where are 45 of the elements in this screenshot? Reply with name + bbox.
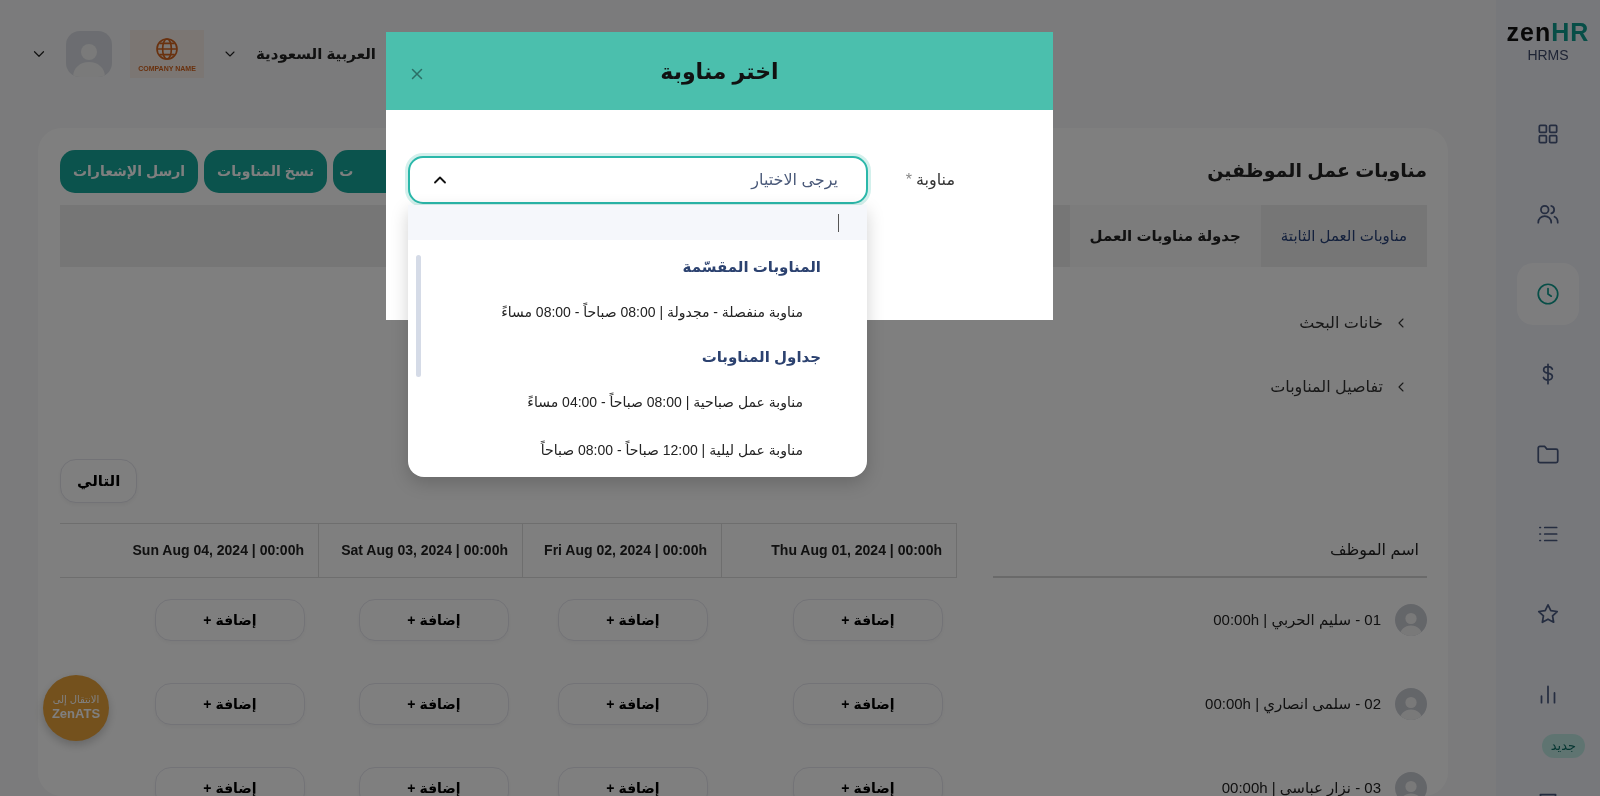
dropdown-option[interactable]: مناوبة عمل ليلية | 12:00 صباحاً - 08:00 صباحاً — [428, 426, 821, 474]
sidebar-item[interactable] — [1517, 263, 1579, 325]
section-header[interactable]: تفاصيل المناوبات — [1270, 375, 1383, 399]
shift-select[interactable]: يرجى الاختيار — [408, 156, 868, 204]
brand-logo: zenHR — [1506, 19, 1590, 45]
add-shift-button[interactable]: + إضافة — [793, 767, 943, 796]
field-label: مناوبة * — [904, 170, 955, 191]
add-shift-button[interactable]: + إضافة — [558, 683, 708, 725]
option-group-label: جداول المناوبات — [700, 346, 821, 368]
add-shift-button[interactable]: + إضافة — [155, 683, 305, 725]
new-badge: جديد — [1541, 734, 1585, 758]
country-selector[interactable]: العربية السعودية — [256, 42, 376, 66]
add-shift-button[interactable]: + إضافة — [793, 599, 943, 641]
add-shift-button[interactable]: + إضافة — [793, 683, 943, 725]
section-header[interactable]: خانات البحث — [1299, 311, 1383, 335]
dropdown-option[interactable]: مناوبة منفصلة - مجدولة | 08:00 صباحاً - 08:00 مساءً — [428, 288, 821, 336]
scrollbar[interactable] — [416, 255, 421, 377]
employee-name: 03 - نزار عباسي | 00:00h — [1221, 777, 1381, 796]
column-header: Sun Aug 04, 2024 | 00:00h — [132, 541, 304, 560]
add-shift-button[interactable]: + إضافة — [558, 599, 708, 641]
search-field[interactable] — [408, 205, 867, 240]
next-button[interactable]: التالي — [60, 459, 138, 503]
employee-name: 01 - سليم الحربي | 00:00h — [1213, 609, 1381, 632]
modal-title: اختر مناوبة — [660, 57, 779, 87]
column-header: Sat Aug 03, 2024 | 00:00h — [341, 541, 508, 560]
add-shift-button[interactable]: + إضافة — [558, 767, 708, 796]
column-header: Thu Aug 01, 2024 | 00:00h — [771, 541, 942, 560]
add-shift-button[interactable]: + إضافة — [155, 767, 305, 796]
avatar — [1395, 688, 1427, 720]
page-title: مناوبات عمل الموظفين — [1207, 159, 1427, 184]
column-header: اسم الموظف — [1329, 539, 1419, 562]
clock-icon — [1535, 281, 1561, 307]
column-header: Fri Aug 02, 2024 | 00:00h — [544, 541, 707, 560]
tab[interactable]: مناوبات العمل الثابتة — [1260, 205, 1427, 267]
grid-icon — [1535, 121, 1561, 147]
add-shift-button[interactable]: + إضافة — [359, 599, 509, 641]
product-name: HRMS — [1527, 46, 1569, 65]
employee-name: 02 - سلمى انصاري | 00:00h — [1205, 693, 1381, 716]
dropdown-option[interactable]: مناوبة عمل صباحية | 08:00 صباحاً - 04:00 مساءً — [428, 378, 821, 426]
add-shift-button[interactable]: + إضافة — [155, 599, 305, 641]
option-group-label: المناوبات المقسّمة — [681, 256, 821, 278]
tab[interactable]: جدولة مناوبات العمل — [1069, 205, 1261, 267]
add-shift-button[interactable]: + إضافة — [359, 767, 509, 796]
avatar — [1395, 604, 1427, 636]
add-shift-button[interactable]: + إضافة — [359, 683, 509, 725]
